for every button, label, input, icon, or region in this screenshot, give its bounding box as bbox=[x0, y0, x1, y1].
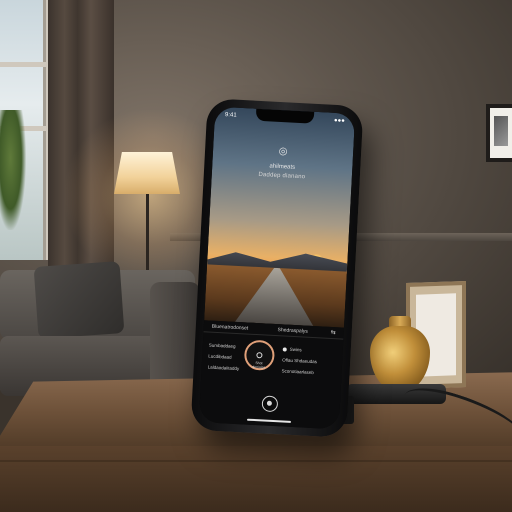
wall-picture-frame bbox=[486, 104, 512, 162]
right-item-3[interactable]: Sconotiaarlaseb bbox=[281, 368, 313, 375]
pillow bbox=[33, 261, 125, 339]
desk-grain bbox=[0, 460, 512, 462]
desk-front bbox=[0, 446, 512, 512]
control-panel: Bluenatrodonset Shedraspalys ⇆ Sumbaddae… bbox=[198, 320, 344, 430]
lamp-shade bbox=[114, 152, 180, 194]
plant bbox=[0, 110, 26, 230]
ring-center-icon bbox=[256, 352, 263, 359]
sky-wallpaper bbox=[206, 106, 356, 274]
left-item-2[interactable]: Lucdibdaad bbox=[208, 354, 232, 360]
swap-icon[interactable]: ⇆ bbox=[326, 329, 336, 336]
left-item-1[interactable]: Sumbaddaeg bbox=[209, 343, 236, 349]
panel-header-mid[interactable]: Shedraspalys bbox=[260, 326, 326, 335]
status-signal: ●●● bbox=[333, 117, 345, 125]
status-time: 9:41 bbox=[224, 112, 237, 119]
home-button[interactable] bbox=[261, 395, 279, 413]
lamp-pole bbox=[146, 194, 149, 274]
phone-screen: 9:41 ●●● ◎ ahilmeats Daddep dianano Blue… bbox=[198, 106, 356, 430]
window-bar bbox=[0, 62, 46, 67]
smartphone: 9:41 ●●● ◎ ahilmeats Daddep dianano Blue… bbox=[190, 98, 364, 438]
capture-ring-button[interactable]: Shot deniaise bbox=[243, 339, 276, 371]
right-item-1[interactable]: Swins bbox=[282, 346, 302, 353]
camera-icon[interactable]: ◎ bbox=[275, 146, 292, 159]
right-item-1-label: Swins bbox=[289, 346, 302, 353]
left-item-3[interactable]: Laldaodaiitaddy bbox=[208, 365, 240, 372]
right-item-2[interactable]: Oflau Shdaeudas bbox=[282, 357, 317, 364]
scene: 9:41 ●●● ◎ ahilmeats Daddep dianano Blue… bbox=[0, 0, 512, 512]
ring-label: Shot deniaise bbox=[252, 361, 266, 370]
home-indicator[interactable] bbox=[246, 418, 292, 423]
panel-header-left[interactable]: Bluenatrodonset bbox=[212, 323, 260, 332]
dot-icon bbox=[282, 347, 287, 352]
